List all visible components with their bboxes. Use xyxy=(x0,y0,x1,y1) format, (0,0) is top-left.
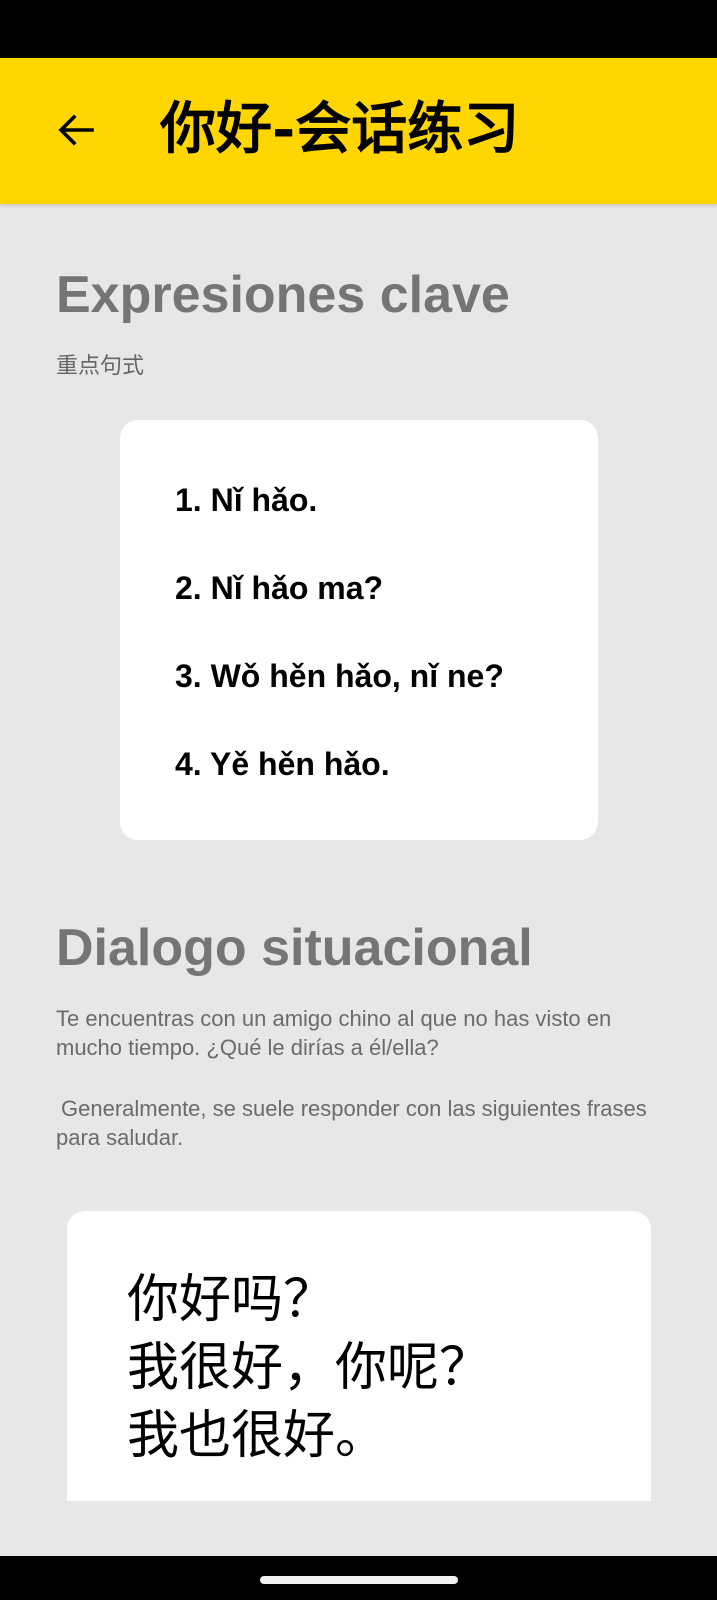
dialog-description: Generalmente, se suele responder con las… xyxy=(56,1096,647,1150)
status-bar xyxy=(0,0,717,58)
dialog-line: 我也很好。 xyxy=(127,1406,388,1466)
dialog-card: 你好吗？ 我很好，你呢？ 我也很好。 xyxy=(67,1211,651,1501)
arrow-left-icon xyxy=(58,114,94,146)
app-bar: 你好-会话练习 xyxy=(0,58,717,204)
expression-item: 3. Wǒ hěn hǎo, nǐ ne? xyxy=(175,658,504,694)
dialog-description: Te encuentras con un amigo chino al que … xyxy=(56,1006,612,1060)
dialog-title: Dialogo situacional xyxy=(56,919,533,977)
back-button[interactable] xyxy=(48,102,104,158)
expression-item: 1. Nǐ hǎo. xyxy=(175,482,318,518)
expression-item: 2. Nǐ hǎo ma? xyxy=(175,570,384,606)
key-expressions-card: 1. Nǐ hǎo. 2. Nǐ hǎo ma? 3. Wǒ hěn hǎo, … xyxy=(120,420,598,840)
dialog-line: 你好吗？ xyxy=(127,1270,336,1330)
key-expressions-subtitle: 重点句式 xyxy=(56,353,145,378)
home-gesture-handle[interactable] xyxy=(260,1576,458,1584)
key-expressions-title: Expresiones clave xyxy=(56,266,510,324)
expression-item: 4. Yě hěn hǎo. xyxy=(175,746,390,782)
dialog-line: 我很好，你呢？ xyxy=(127,1338,492,1398)
navigation-bar xyxy=(0,1556,717,1600)
page-title: 你好-会话练习 xyxy=(160,96,520,162)
